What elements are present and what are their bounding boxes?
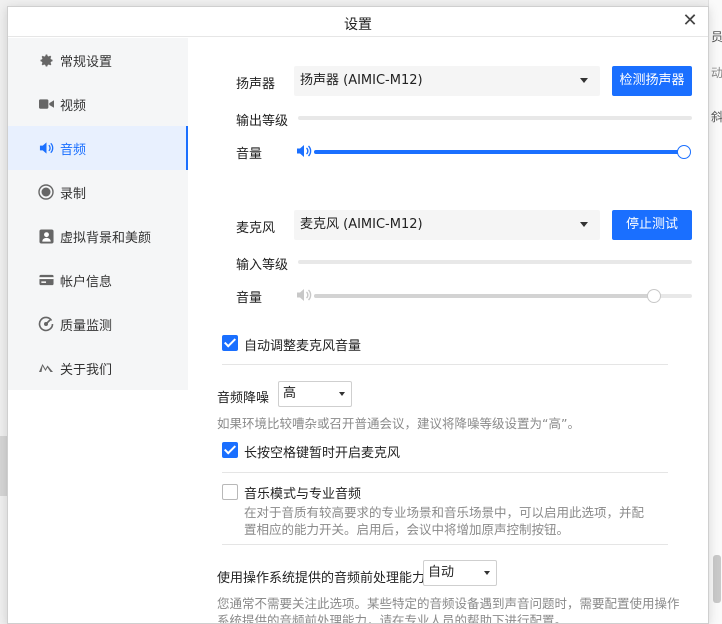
speaker-volume-label: 音量 (236, 147, 263, 162)
sidebar-item-virtual-background[interactable]: 虚拟背景和美颜 (8, 214, 188, 258)
microphone-volume-icon (297, 289, 312, 301)
background-scrollbar (713, 555, 721, 603)
speaker-icon (38, 140, 54, 156)
gear-icon (38, 52, 54, 68)
music-mode-note-line1: 在对于音质有较高要求的专业场景和音乐场景中，可以启用此选项，并配 (244, 505, 645, 520)
record-icon (38, 184, 54, 200)
speaker-volume-icon (297, 145, 312, 157)
output-level-label: 输出等级 (236, 114, 289, 129)
sidebar-item-label: 录制 (60, 186, 87, 202)
noise-reduction-select[interactable]: 高 (278, 381, 352, 407)
noise-reduction-label: 音频降噪 (217, 391, 270, 406)
background-text: 动 (711, 66, 722, 80)
sidebar-item-label: 质量监测 (60, 318, 113, 334)
microphone-volume-slider[interactable] (314, 289, 692, 303)
divider (222, 472, 668, 473)
settings-dialog: 设置 ✕ 常规设置 视频 音频 录制 虚拟背景和美颜 帐户信息 质量监测 关于我… (7, 6, 709, 624)
microphone-volume-handle[interactable] (647, 289, 661, 303)
music-mode-note-line2: 置相应的能力开关。启用后，会议中将增加原声控制按钮。 (244, 522, 570, 537)
speaker-volume-handle[interactable] (677, 145, 691, 159)
sidebar-item-recording[interactable]: 录制 (8, 170, 188, 214)
os-preprocessing-select[interactable]: 自动 (423, 560, 497, 586)
music-mode-checkbox[interactable] (222, 484, 238, 500)
divider (222, 544, 668, 545)
input-level-label: 输入等级 (236, 258, 289, 273)
microphone-volume-label: 音量 (236, 291, 263, 306)
chevron-down-icon (580, 78, 588, 83)
sidebar-item-label: 关于我们 (60, 362, 113, 378)
space-unmute-checkbox[interactable] (222, 442, 238, 458)
auto-adjust-mic-label: 自动调整麦克风音量 (244, 339, 362, 354)
sidebar-item-video[interactable]: 视频 (8, 82, 188, 126)
audio-settings-panel: 扬声器 扬声器 (AIMIC-M12) 检测扬声器 输出等级 音量 麦克风 麦克… (188, 38, 708, 623)
sidebar-item-quality[interactable]: 质量监测 (8, 302, 188, 346)
speaker-label: 扬声器 (236, 77, 276, 92)
video-camera-icon (38, 96, 54, 112)
os-preprocessing-note-line1: 您通常不需要关注此选项。某些特定的音频设备遇到声音问题时，需要配置使用操作 (217, 596, 680, 611)
os-preprocessing-value: 自动 (428, 565, 455, 580)
microphone-volume-fill (314, 294, 654, 298)
quality-gauge-icon (38, 316, 54, 332)
speaker-volume-fill (314, 150, 684, 154)
os-preprocessing-label: 使用操作系统提供的音频前处理能力 (217, 571, 426, 586)
microphone-select[interactable]: 麦克风 (AIMIC-M12) (294, 210, 600, 240)
test-speaker-button[interactable]: 检测扬声器 (612, 66, 692, 96)
output-level-meter (298, 116, 692, 120)
microphone-label: 麦克风 (236, 221, 276, 236)
chevron-down-icon (580, 222, 588, 227)
speaker-select[interactable]: 扬声器 (AIMIC-M12) (294, 66, 600, 96)
noise-reduction-note: 如果环境比较嘈杂或召开普通会议，建议将降噪等级设置为“高”。 (217, 416, 580, 431)
auto-adjust-mic-checkbox[interactable] (222, 335, 238, 351)
close-icon[interactable]: ✕ (680, 11, 700, 31)
input-level-meter (298, 260, 692, 264)
sidebar-item-general[interactable]: 常规设置 (8, 38, 188, 82)
sidebar-item-label: 帐户信息 (60, 274, 113, 290)
os-preprocessing-note-line2: 系统提供的音频前处理能力，请在专业人员的帮助下进行配置。 (217, 613, 568, 624)
title-bar: 设置 ✕ (8, 7, 708, 37)
background-text: 斜 (711, 110, 722, 124)
noise-reduction-value: 高 (283, 386, 297, 401)
chevron-down-icon (339, 392, 345, 396)
background-window-edge: 员 动 斜 (708, 0, 722, 624)
portrait-icon (38, 228, 54, 244)
sidebar: 常规设置 视频 音频 录制 虚拟背景和美颜 帐户信息 质量监测 关于我们 (8, 38, 188, 390)
speaker-select-value: 扬声器 (AIMIC-M12) (300, 73, 423, 88)
sidebar-item-account[interactable]: 帐户信息 (8, 258, 188, 302)
music-mode-label: 音乐模式与专业音频 (244, 487, 362, 502)
sidebar-item-label: 常规设置 (60, 54, 113, 70)
microphone-select-value: 麦克风 (AIMIC-M12) (300, 217, 423, 232)
sidebar-item-audio[interactable]: 音频 (8, 126, 188, 170)
sidebar-item-label: 音频 (60, 142, 87, 158)
sidebar-item-label: 虚拟背景和美颜 (60, 230, 152, 246)
background-text: 员 (711, 30, 722, 44)
space-unmute-label: 长按空格键暂时开启麦克风 (244, 446, 401, 461)
chevron-down-icon (484, 571, 490, 575)
sidebar-item-label: 视频 (60, 98, 87, 114)
stop-test-button[interactable]: 停止测试 (612, 210, 692, 240)
sidebar-item-about[interactable]: 关于我们 (8, 346, 188, 390)
window-title: 设置 (344, 17, 372, 33)
logo-icon (38, 360, 54, 376)
account-card-icon (38, 272, 54, 288)
speaker-volume-slider[interactable] (314, 145, 691, 159)
divider (222, 364, 668, 365)
